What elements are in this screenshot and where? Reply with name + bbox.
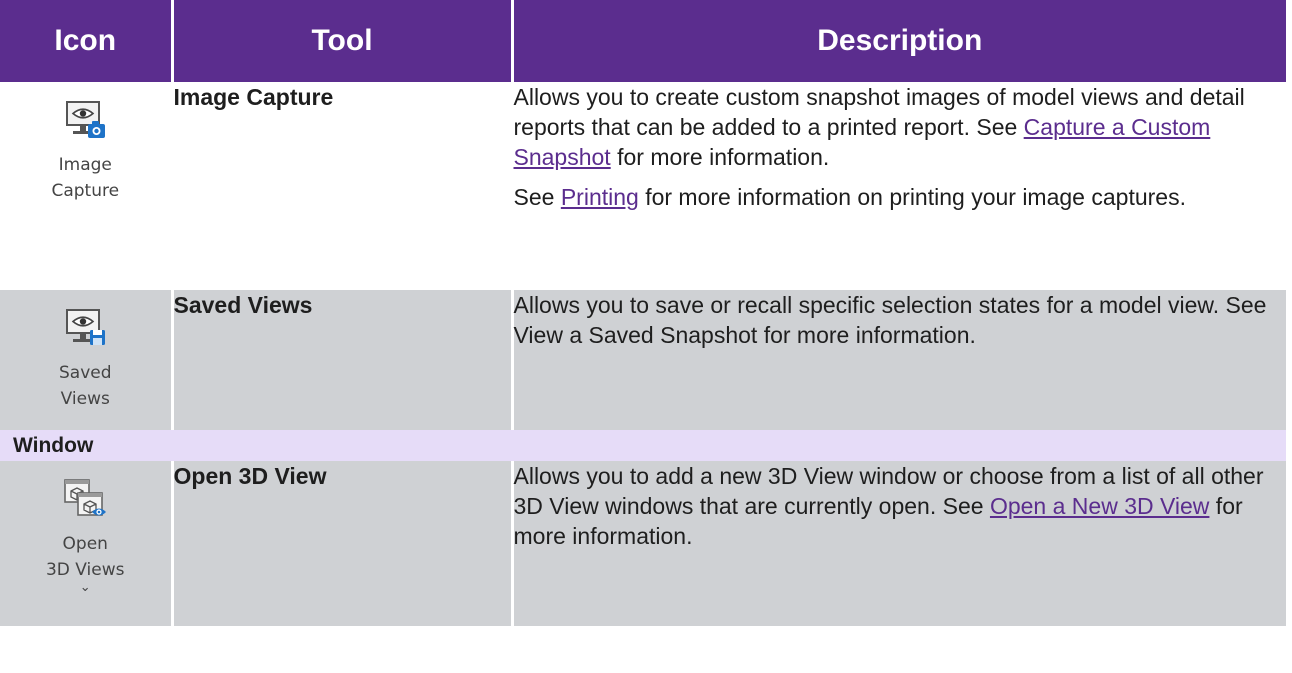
icon-cell: Image Capture [0, 82, 172, 290]
open-3d-views-label-line1: Open [62, 534, 108, 554]
header-description: Description [510, 0, 1286, 82]
tool-name: Open 3D View [170, 461, 512, 626]
chevron-down-icon[interactable]: ⌄ [0, 581, 171, 594]
description-paragraph: Allows you to save or recall specific se… [513, 292, 1267, 348]
table-row: Open 3D Views ⌄ Open 3D View Allows you … [0, 461, 1286, 626]
description-paragraph: Allows you to add a new 3D View window o… [514, 461, 1287, 551]
description-paragraph: Allows you to create custom snapshot ima… [514, 82, 1287, 172]
description-cell: Allows you to add a new 3D View window o… [510, 461, 1287, 626]
saved-views-label-line2: Views [60, 389, 110, 409]
description-text: for more information on printing your im… [638, 184, 1186, 210]
header-tool: Tool [170, 0, 512, 82]
image-capture-label-line1: Image [58, 155, 112, 175]
table-row: Saved Views Saved Views Allows you to sa… [0, 290, 1286, 430]
tools-table: Icon Tool Description Image Capture Imag… [0, 0, 1286, 626]
saved-views-label-line1: Saved [58, 363, 112, 383]
section-label: Window [0, 430, 1286, 461]
section-row: Window [0, 430, 1286, 461]
image-capture-label-line2: Capture [51, 181, 120, 201]
icon-cell: Open 3D Views ⌄ [0, 461, 172, 626]
description-cell: Allows you to create custom snapshot ima… [510, 82, 1287, 290]
table-row: Image Capture Image Capture Allows you t… [0, 82, 1286, 290]
description-text: for more information. [610, 144, 830, 170]
tool-name: Saved Views [170, 290, 512, 430]
header-icon: Icon [0, 0, 172, 82]
description-text: See [513, 184, 561, 210]
open-3d-views-icon [64, 479, 107, 516]
saved-views-ribbon-button[interactable]: Saved Views [0, 290, 171, 412]
tool-name: Image Capture [170, 82, 512, 290]
open-3d-views-ribbon-button[interactable]: Open 3D Views ⌄ [0, 461, 171, 594]
table-header-row: Icon Tool Description [0, 0, 1286, 82]
description-cell: Allows you to save or recall specific se… [510, 290, 1286, 430]
description-paragraph: See Printing for more information on pri… [514, 182, 1287, 212]
image-capture-icon [66, 101, 106, 138]
open-new-3d-view-link[interactable]: Open a New 3D View [990, 493, 1209, 519]
icon-cell: Saved Views [0, 290, 172, 430]
printing-link[interactable]: Printing [561, 184, 639, 210]
image-capture-ribbon-button[interactable]: Image Capture [0, 82, 171, 204]
saved-views-icon [66, 309, 106, 345]
